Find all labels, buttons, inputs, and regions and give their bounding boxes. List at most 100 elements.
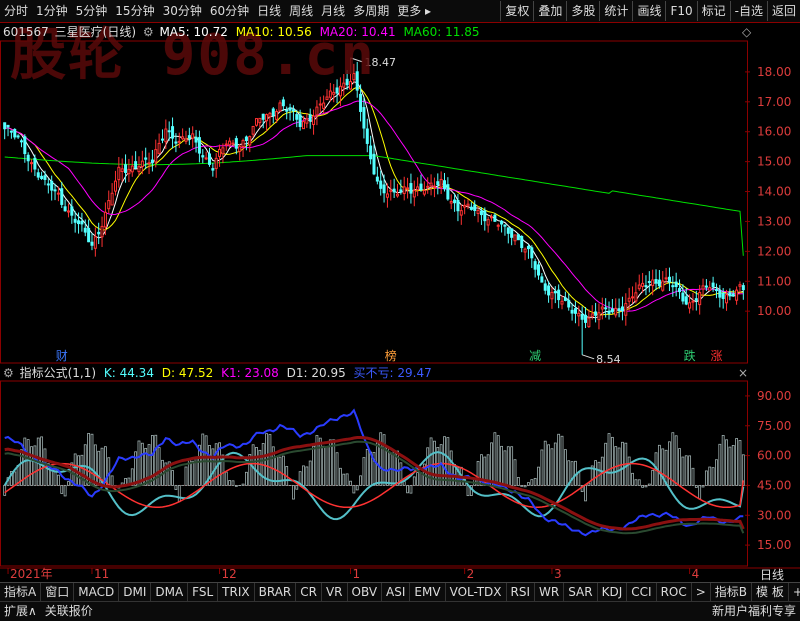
indicator-k: K: 44.34 xyxy=(104,366,154,380)
tab-cr[interactable]: CR xyxy=(296,583,322,601)
new-user-promo[interactable]: 新用户福利专享 xyxy=(708,602,800,621)
tab-fsl[interactable]: FSL xyxy=(188,583,218,601)
tb-mark[interactable]: 标记 xyxy=(697,1,730,21)
price-tick-label: 17.00 xyxy=(757,95,791,109)
tab-roc[interactable]: ROC xyxy=(657,583,692,601)
candle-body xyxy=(20,141,22,142)
tb-period-day[interactable]: 日线 xyxy=(253,1,285,21)
ind-volume-bar xyxy=(192,461,194,485)
tab-window[interactable]: 窗口 xyxy=(41,583,74,601)
expand-button[interactable]: 扩展∧ xyxy=(0,602,41,621)
tb-period-week[interactable]: 周线 xyxy=(285,1,317,21)
tb-more[interactable]: 更多 ▸ xyxy=(393,1,435,21)
tb-stats[interactable]: 统计 xyxy=(599,1,632,21)
tb-period-timeshare[interactable]: 分时 xyxy=(0,1,32,21)
ind-volume-bar xyxy=(108,458,110,486)
candle-body xyxy=(507,228,509,233)
candle-body xyxy=(326,97,328,100)
candle-body xyxy=(249,137,251,145)
candle-body xyxy=(497,225,499,226)
tab-brar[interactable]: BRAR xyxy=(255,583,297,601)
close-icon[interactable]: × xyxy=(738,366,748,380)
tb-multi-stock[interactable]: 多股 xyxy=(566,1,599,21)
tb-adjust[interactable]: 复权 xyxy=(500,1,533,21)
tb-period-5min[interactable]: 5分钟 xyxy=(72,1,112,21)
tab-obv[interactable]: OBV xyxy=(348,583,383,601)
tb-period-15min[interactable]: 15分钟 xyxy=(111,1,158,21)
ma5-label: MA5: 10.72 xyxy=(159,25,227,39)
candle-body xyxy=(266,115,268,121)
ind-tick-label: 30.00 xyxy=(757,508,791,522)
tab-macd[interactable]: MACD xyxy=(74,583,119,601)
ind-volume-bar xyxy=(366,449,368,485)
tab-asi[interactable]: ASI xyxy=(382,583,410,601)
ind-volume-bar xyxy=(554,443,556,485)
tab-vr[interactable]: VR xyxy=(322,583,348,601)
ind-volume-bar xyxy=(712,468,714,486)
tab-trix[interactable]: TRIX xyxy=(218,583,254,601)
tab-rsi[interactable]: RSI xyxy=(507,583,536,601)
candle-body xyxy=(578,313,580,316)
tb-period-month[interactable]: 月线 xyxy=(317,1,349,21)
tb-watchlist[interactable]: -自选 xyxy=(730,1,767,21)
chart-canvas[interactable]: 18.0017.0016.0015.0014.0013.0012.0011.00… xyxy=(0,0,800,620)
related-quote-button[interactable]: 关联报价 xyxy=(41,602,97,621)
event-label: 跌 xyxy=(684,348,696,363)
ind-volume-bar xyxy=(611,437,613,485)
ind-volume-bar xyxy=(658,445,660,485)
event-label: 涨 xyxy=(710,348,722,363)
ind-volume-bar xyxy=(702,485,704,487)
tab-next[interactable]: > xyxy=(692,583,711,601)
candle-body xyxy=(172,127,174,138)
candle-body xyxy=(14,129,16,136)
candle-body xyxy=(158,143,160,153)
tab-plus[interactable]: + xyxy=(789,583,800,601)
candle-body xyxy=(437,182,439,185)
candle-body xyxy=(417,187,419,190)
diamond-icon[interactable]: ◇ xyxy=(742,25,751,39)
tab-cci[interactable]: CCI xyxy=(627,583,656,601)
date-tick-label: 12 xyxy=(222,567,237,581)
tab-wr[interactable]: WR xyxy=(535,583,564,601)
tab-indicator-a[interactable]: 指标A xyxy=(0,583,41,601)
tab-dma[interactable]: DMA xyxy=(151,583,188,601)
ind-volume-bar xyxy=(685,456,687,486)
tab-kdj[interactable]: KDJ xyxy=(598,583,628,601)
tb-overlay[interactable]: 叠加 xyxy=(533,1,566,21)
candle-body xyxy=(168,131,170,132)
tab-emv[interactable]: EMV xyxy=(410,583,445,601)
settings-icon[interactable]: ⚙ xyxy=(143,25,154,39)
tb-period-multi[interactable]: 多周期 xyxy=(349,1,393,21)
ind-volume-bar xyxy=(138,441,140,485)
ind-volume-bar xyxy=(628,457,630,485)
tb-draw[interactable]: 画线 xyxy=(632,1,665,21)
tb-f10[interactable]: F10 xyxy=(665,1,696,21)
tb-period-30min[interactable]: 30分钟 xyxy=(159,1,206,21)
ma10-label: MA10: 10.56 xyxy=(236,25,312,39)
tab-indicator-b[interactable]: 指标B xyxy=(711,583,752,601)
tb-period-1min[interactable]: 1分钟 xyxy=(32,1,72,21)
tab-sar[interactable]: SAR xyxy=(564,583,597,601)
candle-body xyxy=(675,282,677,286)
ind-volume-bar xyxy=(726,440,728,486)
candle-body xyxy=(736,290,738,300)
candle-body xyxy=(229,141,231,145)
tb-back[interactable]: 返回 xyxy=(767,1,800,21)
candle-body xyxy=(279,103,281,111)
candle-body xyxy=(668,277,670,282)
tab-template[interactable]: 模 板 xyxy=(752,583,789,601)
indicator-name[interactable]: 指标公式(1,1) xyxy=(20,366,96,380)
ind-volume-bar xyxy=(27,440,29,486)
candle-body xyxy=(299,115,301,127)
indicator-settings-icon[interactable]: ⚙ xyxy=(3,366,14,380)
tab-dmi[interactable]: DMI xyxy=(119,583,151,601)
tab-vol-tdx[interactable]: VOL-TDX xyxy=(446,583,507,601)
price-tick-label: 16.00 xyxy=(757,125,791,139)
candle-body xyxy=(618,309,620,311)
candle-body xyxy=(316,107,318,115)
ind-volume-bar xyxy=(705,471,707,486)
candle-body xyxy=(521,236,523,247)
tb-period-60min[interactable]: 60分钟 xyxy=(206,1,253,21)
candle-body xyxy=(78,221,80,224)
ind-volume-bar xyxy=(447,438,449,486)
